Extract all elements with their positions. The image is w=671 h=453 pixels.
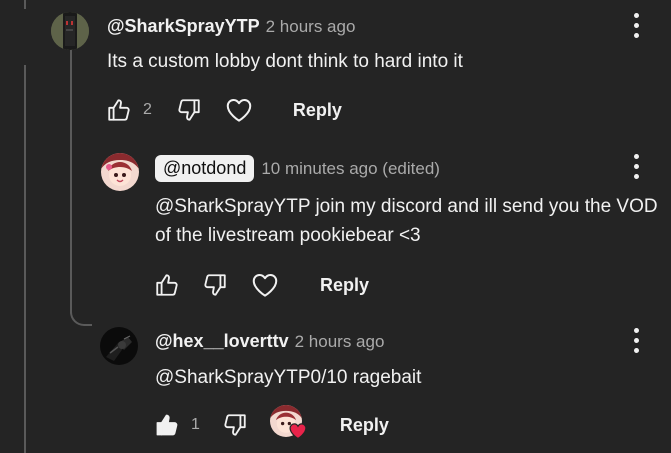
more-vert-icon — [634, 154, 639, 159]
comment-header: @hex__loverttv 2 hours ago — [155, 331, 384, 352]
thumb-up-icon — [156, 414, 178, 436]
like-button[interactable] — [154, 272, 180, 298]
like-count: 2 — [143, 101, 152, 118]
thumb-down-icon — [224, 414, 246, 436]
more-actions-button[interactable] — [627, 326, 647, 356]
comment-text: @SharkSprayYTP join my discord and ill s… — [155, 196, 658, 246]
creator-author-badge[interactable]: @notdond — [155, 155, 255, 182]
reply-button[interactable]: Reply — [293, 100, 342, 121]
thread-line-left — [24, 65, 26, 453]
avatar[interactable] — [100, 327, 138, 365]
more-actions-button[interactable] — [627, 152, 647, 182]
reply-button[interactable]: Reply — [320, 275, 369, 296]
like-button[interactable] — [106, 97, 132, 123]
avatar[interactable] — [101, 153, 139, 191]
comment-actions: 2 Reply — [106, 95, 342, 125]
more-actions-button[interactable] — [627, 11, 647, 41]
avatar[interactable] — [51, 12, 89, 50]
thumb-up-icon — [108, 99, 130, 121]
comment-text: Its a custom lobby dont think to hard in… — [107, 51, 463, 72]
comment-header: @notdond 10 minutes ago (edited) — [155, 155, 440, 182]
like-button[interactable] — [154, 412, 180, 438]
more-vert-icon — [634, 328, 639, 333]
thumb-down-icon — [204, 274, 226, 296]
dislike-button[interactable] — [176, 97, 202, 123]
heart-button[interactable] — [250, 270, 280, 300]
comment-timestamp[interactable]: 2 hours ago — [266, 17, 356, 37]
comment-timestamp[interactable]: 2 hours ago — [295, 332, 385, 352]
comment-author[interactable]: @hex__loverttv — [155, 331, 289, 352]
comment-actions: Reply — [154, 270, 369, 300]
thread-line-top — [24, 0, 26, 9]
comment-text: @SharkSprayYTP0/10 ragebait — [155, 367, 422, 388]
creator-heart-badge-icon — [289, 423, 307, 440]
thumb-up-icon — [156, 274, 178, 296]
thumb-down-icon — [178, 99, 200, 121]
dislike-button[interactable] — [222, 412, 248, 438]
heart-icon — [226, 99, 252, 122]
comment-author[interactable]: @SharkSprayYTP — [107, 16, 260, 37]
thread-line-curve — [70, 298, 92, 326]
more-vert-icon — [634, 13, 639, 18]
comment-actions: 1 Reply — [154, 405, 389, 440]
like-count: 1 — [191, 416, 200, 433]
heart-icon — [252, 274, 278, 297]
creator-heart-badge[interactable] — [269, 405, 310, 445]
comment-timestamp[interactable]: 10 minutes ago (edited) — [261, 159, 440, 179]
dislike-button[interactable] — [202, 272, 228, 298]
comment-header: @SharkSprayYTP 2 hours ago — [107, 16, 355, 37]
heart-button[interactable] — [224, 95, 254, 125]
thread-line-vertical — [70, 44, 72, 314]
reply-button[interactable]: Reply — [340, 415, 389, 436]
